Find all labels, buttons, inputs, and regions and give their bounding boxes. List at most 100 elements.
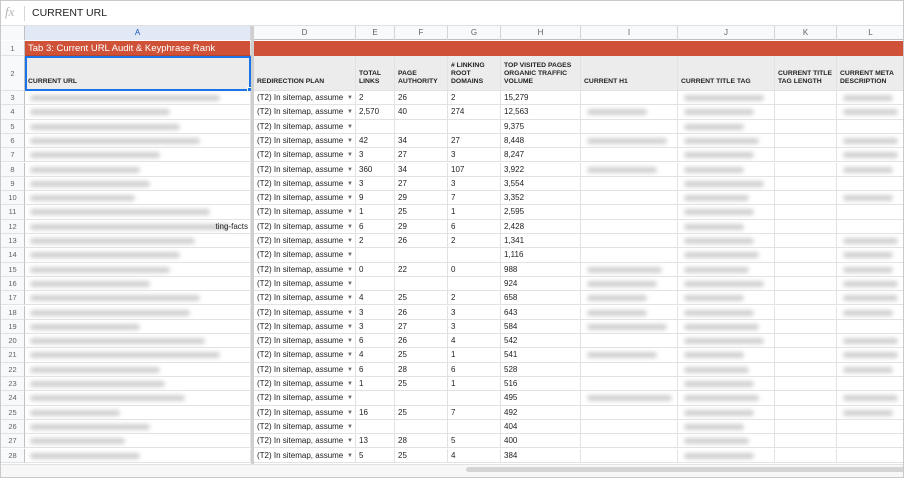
linking-domains-cell[interactable]: 6 (448, 219, 501, 234)
current-h1-cell[interactable] (581, 219, 678, 234)
current-h1-cell[interactable] (581, 148, 678, 163)
traffic-volume-cell[interactable]: 643 (501, 305, 581, 320)
current-url-cell[interactable] (25, 377, 251, 392)
traffic-volume-cell[interactable]: 400 (501, 434, 581, 449)
total-links-cell[interactable]: 9 (356, 191, 395, 206)
redirection-plan-dropdown[interactable]: (T2) In sitemap, assume ▼ (254, 148, 356, 163)
chevron-down-icon[interactable]: ▼ (347, 263, 353, 276)
traffic-volume-cell[interactable]: 404 (501, 419, 581, 435)
current-url-cell[interactable] (25, 119, 251, 134)
traffic-volume-cell[interactable]: 924 (501, 276, 581, 292)
meta-description-cell[interactable] (837, 306, 903, 320)
title-length-cell[interactable] (775, 234, 837, 249)
page-authority-cell[interactable] (395, 419, 448, 435)
row-header[interactable]: 13 (1, 234, 25, 249)
header-organic-traffic[interactable]: TOP VISITED PAGES ORGANIC TRAFFIC VOLUME (501, 56, 581, 91)
title-tag-cell[interactable] (678, 391, 775, 406)
page-authority-cell[interactable] (395, 119, 448, 134)
redirection-plan-dropdown[interactable]: (T2) In sitemap, assume ▼ (254, 262, 356, 277)
title-tag-cell[interactable] (678, 205, 775, 220)
redirection-plan-dropdown[interactable]: (T2) In sitemap, assume ▼ (254, 176, 356, 192)
traffic-volume-cell[interactable]: 384 (501, 448, 581, 463)
row-header[interactable]: 23 (1, 377, 25, 392)
title-tag-cell[interactable] (678, 419, 775, 435)
current-h1-cell[interactable] (581, 405, 678, 420)
meta-description-cell[interactable] (837, 248, 903, 263)
title-tag-cell[interactable] (678, 176, 775, 192)
row-header[interactable]: 21 (1, 348, 25, 363)
traffic-volume-cell[interactable]: 658 (501, 291, 581, 306)
title-length-cell[interactable] (775, 176, 837, 192)
title-tag-cell[interactable] (678, 105, 775, 120)
page-authority-cell[interactable]: 27 (395, 176, 448, 192)
redirection-plan-dropdown[interactable]: (T2) In sitemap, assume ▼ (254, 291, 356, 306)
title-length-cell[interactable] (775, 305, 837, 320)
linking-domains-cell[interactable]: 107 (448, 162, 501, 177)
total-links-cell[interactable]: 4 (356, 348, 395, 363)
total-links-cell[interactable] (356, 248, 395, 263)
meta-description-cell[interactable] (837, 263, 903, 277)
column-header-f[interactable]: F (395, 26, 448, 40)
chevron-down-icon[interactable]: ▼ (347, 449, 353, 462)
redirection-plan-dropdown[interactable]: (T2) In sitemap, assume ▼ (254, 191, 356, 206)
title-length-cell[interactable] (775, 362, 837, 377)
total-links-cell[interactable]: 42 (356, 133, 395, 149)
title-length-cell[interactable] (775, 105, 837, 120)
row-header[interactable]: 17 (1, 291, 25, 306)
column-header-a[interactable]: A (25, 26, 251, 40)
row-header[interactable]: 9 (1, 176, 25, 192)
current-url-cell[interactable] (25, 176, 251, 192)
total-links-cell[interactable]: 1 (356, 377, 395, 392)
page-authority-cell[interactable]: 40 (395, 105, 448, 120)
current-h1-cell[interactable] (581, 448, 678, 463)
current-url-cell[interactable] (25, 205, 251, 220)
meta-description-cell[interactable] (837, 377, 903, 392)
redirection-plan-dropdown[interactable]: (T2) In sitemap, assume ▼ (254, 133, 356, 149)
current-h1-cell[interactable] (581, 133, 678, 149)
chevron-down-icon[interactable]: ▼ (347, 291, 353, 304)
chevron-down-icon[interactable]: ▼ (347, 391, 353, 404)
title-tag-cell[interactable] (678, 291, 775, 306)
page-authority-cell[interactable]: 22 (395, 262, 448, 277)
linking-domains-cell[interactable] (448, 391, 501, 406)
meta-description-cell[interactable] (837, 406, 903, 420)
current-h1-cell[interactable] (581, 391, 678, 406)
linking-domains-cell[interactable]: 3 (448, 319, 501, 335)
linking-domains-cell[interactable]: 7 (448, 191, 501, 206)
total-links-cell[interactable]: 2,570 (356, 105, 395, 120)
row-header[interactable]: 20 (1, 334, 25, 349)
current-h1-cell[interactable] (581, 176, 678, 192)
current-url-cell[interactable] (25, 162, 251, 177)
chevron-down-icon[interactable]: ▼ (347, 348, 353, 361)
current-h1-cell[interactable] (581, 119, 678, 134)
title-length-cell[interactable] (775, 419, 837, 435)
meta-description-cell[interactable] (837, 320, 903, 335)
current-h1-cell[interactable] (581, 419, 678, 435)
redirection-plan-dropdown[interactable]: (T2) In sitemap, assume ▼ (254, 419, 356, 435)
meta-description-cell[interactable] (837, 334, 903, 349)
page-authority-cell[interactable]: 34 (395, 162, 448, 177)
title-length-cell[interactable] (775, 448, 837, 463)
traffic-volume-cell[interactable]: 2,428 (501, 219, 581, 234)
redirection-plan-dropdown[interactable]: (T2) In sitemap, assume ▼ (254, 434, 356, 449)
linking-domains-cell[interactable]: 7 (448, 405, 501, 420)
title-length-cell[interactable] (775, 91, 837, 106)
page-authority-cell[interactable]: 26 (395, 91, 448, 106)
page-authority-cell[interactable]: 28 (395, 362, 448, 377)
linking-domains-cell[interactable]: 0 (448, 262, 501, 277)
traffic-volume-cell[interactable]: 2,595 (501, 205, 581, 220)
meta-description-cell[interactable] (837, 120, 903, 134)
current-url-cell[interactable] (25, 234, 251, 249)
total-links-cell[interactable]: 3 (356, 319, 395, 335)
total-links-cell[interactable]: 4 (356, 291, 395, 306)
linking-domains-cell[interactable]: 1 (448, 205, 501, 220)
title-length-cell[interactable] (775, 377, 837, 392)
linking-domains-cell[interactable]: 5 (448, 434, 501, 449)
current-h1-cell[interactable] (581, 305, 678, 320)
chevron-down-icon[interactable]: ▼ (347, 334, 353, 347)
current-url-cell[interactable] (25, 191, 251, 206)
current-h1-cell[interactable] (581, 362, 678, 377)
redirection-plan-dropdown[interactable]: (T2) In sitemap, assume ▼ (254, 362, 356, 377)
chevron-down-icon[interactable]: ▼ (347, 191, 353, 204)
title-tag-cell[interactable] (678, 405, 775, 420)
